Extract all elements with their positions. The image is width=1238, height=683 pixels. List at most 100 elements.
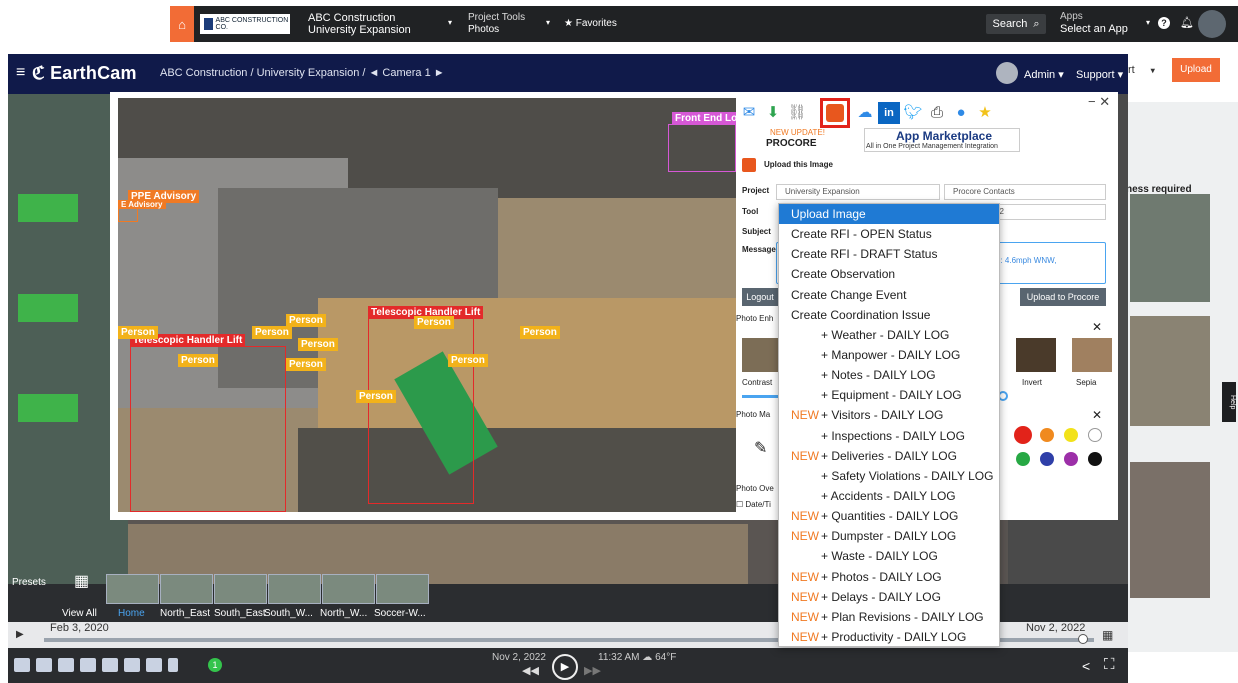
grid-icon[interactable]: ▦ [74, 574, 90, 590]
favorites-button[interactable]: ★ Favorites [564, 18, 617, 29]
share-icon[interactable]: < [1082, 658, 1090, 674]
color-orange[interactable] [1040, 428, 1054, 442]
admin-menu[interactable]: Admin ▾ [1024, 68, 1064, 81]
support-menu[interactable]: Support ▾ [1076, 68, 1123, 81]
date-field[interactable]: 22 [986, 204, 1106, 220]
play-icon[interactable]: ▶ [16, 629, 24, 640]
datetime-checkbox[interactable]: ☐ Date/Ti [736, 500, 771, 509]
dropdown-option[interactable]: NEW + Delays - DAILY LOG [779, 587, 999, 607]
dropdown-option[interactable]: Create Coordination Issue [779, 305, 999, 325]
dropdown-option[interactable]: NEW + Productivity - DAILY LOG [779, 627, 999, 647]
preset-north-east[interactable]: North_East [160, 608, 210, 619]
preset-north-w[interactable]: North_W... [320, 608, 367, 619]
chevron-down-icon[interactable]: ▾ [546, 18, 550, 27]
view-all-link[interactable]: View All [62, 608, 97, 619]
chat-icon[interactable]: ● [950, 102, 972, 124]
procore-upload-button[interactable]: Upload [1172, 58, 1220, 82]
dropdown-option[interactable]: NEW + Photos - DAILY LOG [779, 567, 999, 587]
preset-thumb-north-w[interactable] [322, 574, 375, 604]
pen-icon[interactable]: ✎ [754, 438, 767, 458]
procore-photo-thumb[interactable] [1130, 316, 1210, 426]
dropdown-option[interactable]: Create Observation [779, 264, 999, 284]
logout-button[interactable]: Logout [742, 288, 778, 306]
company-logo[interactable]: ABC CONSTRUCTION CO. [200, 14, 290, 34]
download-icon[interactable]: ⬇ [762, 102, 784, 124]
linkedin-icon[interactable]: in [878, 102, 900, 124]
star-icon[interactable]: ★ [974, 102, 996, 124]
procore-icon[interactable] [820, 98, 850, 128]
contacts-select[interactable]: Procore Contacts [944, 184, 1106, 200]
color-purple[interactable] [1064, 452, 1078, 466]
sepia-label[interactable]: Sepia [1076, 378, 1096, 387]
color-yellow[interactable] [1064, 428, 1078, 442]
dropdown-option[interactable]: + Manpower - DAILY LOG [779, 345, 999, 365]
minimize-close-icon[interactable]: − ✕ [1088, 94, 1110, 110]
search-button[interactable]: Search ⌕ [986, 14, 1046, 34]
breadcrumb[interactable]: ABC Construction / University Expansion … [160, 67, 445, 79]
dropdown-option[interactable]: + Weather - DAILY LOG [779, 325, 999, 345]
preset-thumb-home[interactable] [106, 574, 159, 604]
bell-icon[interactable]: 🔔︎ [1180, 16, 1194, 29]
layout-icon[interactable] [36, 658, 52, 672]
calendar-icon[interactable]: ▦ [1102, 628, 1113, 642]
procore-dropdown[interactable]: rt ▾ [1128, 64, 1155, 76]
color-white[interactable] [1088, 428, 1102, 442]
link-icon[interactable]: ⛓ [786, 102, 808, 124]
timeline-handle[interactable] [1078, 634, 1088, 644]
notification-badge[interactable]: 1 [208, 658, 222, 672]
dropdown-option[interactable]: NEW + Quantities - DAILY LOG [779, 506, 999, 526]
dropdown-option[interactable]: Create RFI - DRAFT Status [779, 244, 999, 264]
close-icon[interactable]: ✕ [1092, 408, 1102, 422]
preset-south-east[interactable]: South_East [214, 608, 266, 619]
filter-thumb[interactable] [1072, 338, 1112, 372]
gauge-icon[interactable] [102, 658, 118, 672]
project-selector[interactable]: ABC Construction University Expansion [308, 12, 411, 36]
color-blue[interactable] [1040, 452, 1054, 466]
preset-home[interactable]: Home [118, 608, 145, 619]
dropdown-option[interactable]: NEW + Dumpster - DAILY LOG [779, 526, 999, 546]
earthcam-logo[interactable]: ℭ EarthCam [32, 63, 137, 84]
procore-photo-thumb[interactable] [1130, 194, 1210, 302]
dropdown-option[interactable]: + Waste - DAILY LOG [779, 546, 999, 566]
cube-icon[interactable] [146, 658, 162, 672]
preset-thumb-south-east[interactable] [214, 574, 267, 604]
person-icon[interactable] [168, 658, 178, 672]
menu-icon[interactable]: ≡ [16, 64, 25, 82]
dropdown-option[interactable]: Create Change Event [779, 285, 999, 305]
cloud-icon[interactable]: ☁ [854, 102, 876, 124]
email-icon[interactable]: ✉ [738, 102, 760, 124]
avatar[interactable] [1198, 10, 1226, 38]
invert-label[interactable]: Invert [1022, 378, 1042, 387]
print-icon[interactable]: ⎙ [926, 102, 948, 124]
tool-selector[interactable]: Project Tools Photos [468, 12, 525, 36]
chevron-down-icon[interactable]: ▾ [448, 18, 452, 27]
dropdown-option[interactable]: NEW + Deliveries - DAILY LOG [779, 446, 999, 466]
color-black[interactable] [1088, 452, 1102, 466]
dropdown-option[interactable]: NEW + Visitors - DAILY LOG [779, 405, 999, 425]
fullscreen-icon[interactable]: ⛶ [1104, 656, 1115, 673]
home-icon[interactable] [14, 658, 30, 672]
avatar[interactable] [996, 62, 1018, 84]
project-select[interactable]: University Expansion [776, 184, 940, 200]
help-icon[interactable]: ? [1158, 17, 1170, 29]
preset-thumb-soccer-w[interactable] [376, 574, 429, 604]
rewind-icon[interactable]: ◀◀ [522, 664, 539, 677]
dropdown-option[interactable]: Create RFI - OPEN Status [779, 224, 999, 244]
dropdown-option[interactable]: + Accidents - DAILY LOG [779, 486, 999, 506]
dropdown-option[interactable]: Upload Image [779, 204, 999, 225]
filter-thumb[interactable] [742, 338, 782, 372]
dropdown-option[interactable]: NEW + Plan Revisions - DAILY LOG [779, 607, 999, 627]
upload-to-procore-button[interactable]: Upload to Procore [1020, 288, 1106, 306]
home-icon[interactable]: ⌂ [170, 6, 194, 42]
color-green[interactable] [1016, 452, 1030, 466]
preset-thumb-north-east[interactable] [160, 574, 213, 604]
timelapse-icon[interactable] [80, 658, 96, 672]
close-icon[interactable]: ✕ [1092, 320, 1102, 334]
help-tab[interactable]: Help [1222, 382, 1236, 422]
fast-forward-icon[interactable]: ▶▶ [584, 664, 601, 677]
procore-photo-thumb[interactable] [1130, 462, 1210, 598]
preset-thumb-south-w[interactable] [268, 574, 321, 604]
grid-icon[interactable] [58, 658, 74, 672]
dropdown-option[interactable]: + Inspections - DAILY LOG [779, 426, 999, 446]
filter-thumb[interactable] [1016, 338, 1056, 372]
